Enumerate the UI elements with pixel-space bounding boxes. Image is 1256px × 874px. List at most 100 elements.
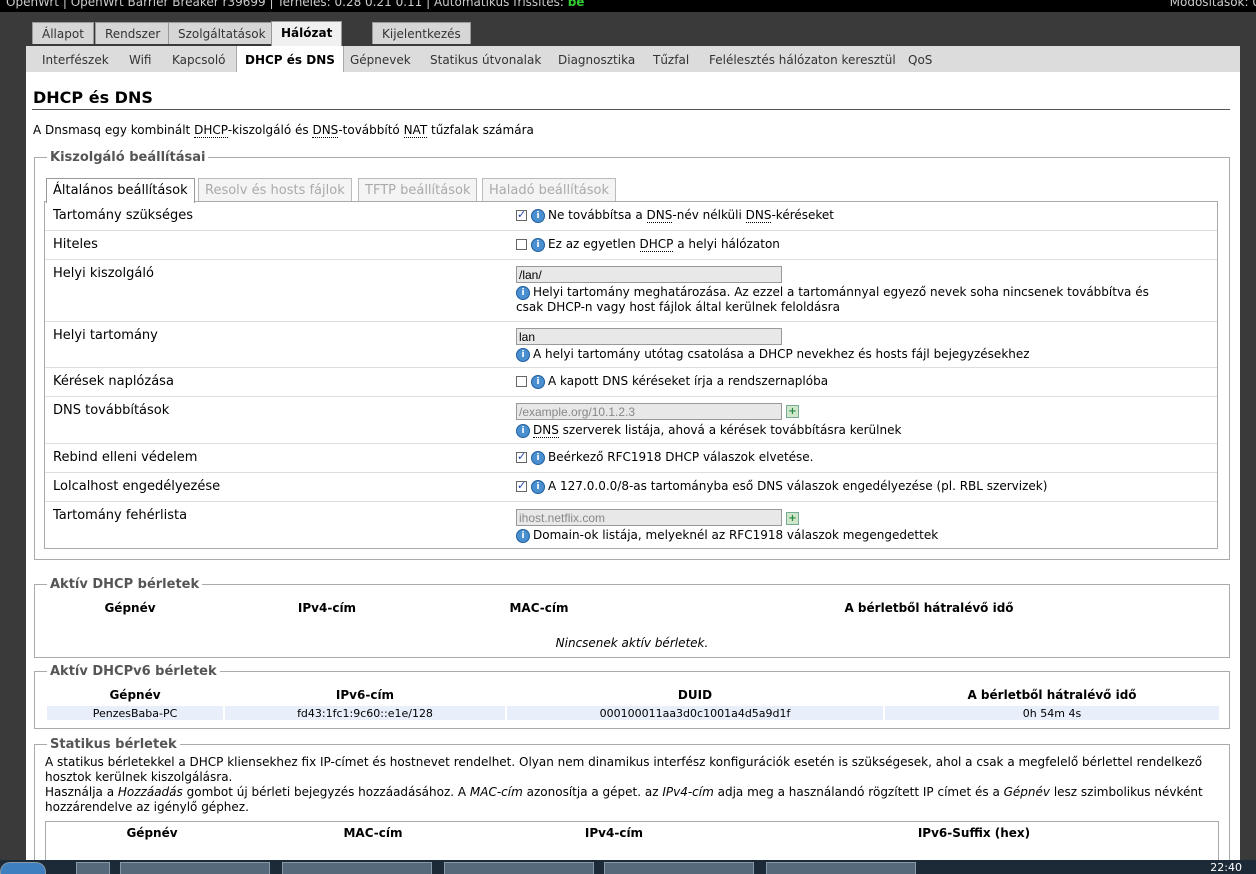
static-leases-section: Statikus bérletek A statikus bérletekkel… [34, 737, 1230, 874]
network-submenu: Interfészek Wifi Kapcsoló DHCP és DNS Gé… [26, 46, 1240, 73]
changes-counter[interactable]: Módosítások: 0 [1170, 0, 1256, 8]
label-log-queries: Kérések naplózása [53, 374, 174, 389]
add-dns-forwarding-icon[interactable]: + [786, 405, 799, 418]
row-domain-whitelist: Tartomány fehérlista ihost.netflix.com +… [45, 502, 1217, 548]
tab-logout[interactable]: Kijelentkezés [372, 22, 471, 44]
os-taskbar: 22:40 [0, 860, 1256, 874]
label-domain-needed: Tartomány szükséges [53, 208, 194, 223]
page-title: DHCP és DNS [33, 88, 153, 107]
title-divider [32, 109, 1230, 110]
main-content: DHCP és DNS A Dnsmasq egy kombinált DHCP… [26, 72, 1240, 874]
tab-advanced[interactable]: Haladó beállítások [482, 178, 617, 202]
subtab-wake-on-lan[interactable]: Felélesztés hálózaton keresztül [701, 46, 904, 72]
local-domain-input[interactable]: lan [516, 328, 782, 345]
dhcp-leases-section: Aktív DHCP bérletek Gépnév IPv4-cím MAC-… [34, 577, 1230, 658]
table-header: Gépnév MAC-cím IPv4-cím IPv6-Suffix (hex… [126, 826, 1031, 840]
row-local-server: Helyi kiszolgáló /lan/ i Helyi tartomány … [45, 260, 1217, 322]
row-local-domain: Helyi tartomány lan iA helyi tartomány u… [45, 322, 1217, 368]
log-queries-checkbox[interactable] [516, 376, 527, 387]
abbr-nat: NAT [403, 123, 428, 138]
status-bar: OpenWrt | OpenWrt Barrier Breaker r39699… [0, 0, 1256, 12]
row-rebind-protection: Rebind elleni védelem iBeérkező RFC1918 … [45, 444, 1217, 473]
tab-tftp[interactable]: TFTP beállítások [358, 178, 478, 202]
tab-resolv-hosts[interactable]: Resolv és hosts fájlok [198, 178, 352, 202]
domain-whitelist-input[interactable]: ihost.netflix.com [516, 509, 782, 526]
subtab-dhcp-dns[interactable]: DHCP és DNS [236, 46, 344, 72]
table-row: PenzesBaba-PC fd43:1fc1:9c60::e1e/128 00… [47, 706, 1219, 720]
tab-general-settings[interactable]: Általános beállítások [46, 178, 195, 203]
dhcpv6-leases-legend: Aktív DHCPv6 bérletek [47, 664, 220, 679]
rebind-help: Beérkező RFC1918 DHCP válaszok elvetése. [548, 450, 814, 464]
tab-system[interactable]: Rendszer [95, 22, 171, 44]
abbr-dns: DNS [312, 123, 339, 138]
domain-needed-checkbox[interactable] [516, 208, 527, 221]
tab-status[interactable]: Állapot [32, 22, 94, 44]
rebind-protection-checkbox[interactable] [516, 450, 527, 463]
dhcpv6-leases-table: Gépnév IPv6-cím DUID A bérletből hátralé… [45, 684, 1221, 722]
localhost-help: A 127.0.0.0/8-as tartományba eső DNS vál… [548, 479, 1048, 493]
help-icon: i [531, 237, 545, 252]
dhcp-leases-legend: Aktív DHCP bérletek [47, 577, 203, 592]
taskbar-app-button[interactable] [604, 862, 754, 874]
subtab-qos[interactable]: QoS [900, 46, 940, 72]
row-allow-localhost: Lolcalhost engedélyezése iA 127.0.0.0/8-… [45, 473, 1217, 502]
static-leases-table: Gépnév MAC-cím IPv4-cím IPv6-Suffix (hex… [50, 822, 1214, 844]
row-dns-forwardings: DNS továbbítások /example.org/10.1.2.3 +… [45, 397, 1217, 444]
status-text: OpenWrt | OpenWrt Barrier Breaker r39699… [6, 0, 564, 9]
tab-services[interactable]: Szolgáltatások [168, 22, 276, 44]
label-local-server: Helyi kiszolgáló [53, 266, 154, 281]
main-menu: Állapot Rendszer Szolgáltatások Hálózat … [0, 12, 1256, 46]
whitelist-help: Domain-ok listája, melyeknél az RFC1918 … [533, 528, 939, 542]
label-local-domain: Helyi tartomány [53, 328, 158, 343]
tab-network[interactable]: Hálózat [271, 21, 343, 46]
label-domain-whitelist: Tartomány fehérlista [53, 508, 188, 523]
subtab-switch[interactable]: Kapcsoló [164, 46, 234, 72]
help-icon: i [531, 208, 545, 223]
row-log-queries: Kérések naplózása iA kapott DNS kéréseke… [45, 368, 1217, 397]
add-whitelist-domain-icon[interactable]: + [786, 512, 799, 525]
local-server-help: Helyi tartomány meghatározása. Az ezzel … [516, 285, 1149, 314]
label-authoritative: Hiteles [53, 237, 98, 252]
table-header: Gépnév IPv4-cím MAC-cím A bérletből hátr… [104, 601, 1014, 615]
help-icon: i [516, 423, 530, 438]
taskbar-app-button[interactable] [444, 862, 594, 874]
local-server-input[interactable]: /lan/ [516, 266, 782, 283]
dns-forwardings-help: szerverek listája, ahová a kérések továb… [558, 423, 902, 437]
subtab-hostnames[interactable]: Gépnevek [342, 46, 419, 72]
allow-localhost-checkbox[interactable] [516, 479, 527, 492]
log-queries-help: A kapott DNS kéréseket írja a rendszerna… [548, 374, 829, 388]
help-icon: i [516, 285, 530, 300]
page-description: A Dnsmasq egy kombinált DHCP-kiszolgáló … [33, 123, 534, 138]
dns-forwardings-input[interactable]: /example.org/10.1.2.3 [516, 403, 782, 420]
static-leases-description: A statikus bérletekkel a DHCP kliensekhe… [45, 755, 1203, 814]
subtab-firewall[interactable]: Tűzfal [645, 46, 697, 72]
abbr-dhcp: DHCP [194, 123, 228, 138]
dhcp-leases-table: Gépnév IPv4-cím MAC-cím A bérletből hátr… [43, 597, 1219, 619]
row-domain-needed: Tartomány szükséges iNe továbbítsa a DNS… [45, 202, 1217, 231]
auto-refresh-toggle[interactable]: be [568, 0, 585, 9]
table-header: Gépnév IPv6-cím DUID A bérletből hátralé… [109, 688, 1137, 702]
help-icon: i [531, 374, 545, 389]
taskbar-app-button[interactable] [766, 862, 916, 874]
help-icon: i [531, 450, 545, 465]
help-icon: i [531, 479, 545, 494]
authoritative-checkbox[interactable] [516, 239, 527, 250]
label-dns-forwardings: DNS továbbítások [53, 403, 170, 418]
no-leases-message: Nincsenek aktív bérletek. [555, 636, 709, 650]
taskbar-app-button[interactable] [120, 862, 270, 874]
static-leases-legend: Statikus bérletek [47, 737, 180, 752]
dhcpv6-leases-section: Aktív DHCPv6 bérletek Gépnév IPv6-cím DU… [34, 664, 1230, 729]
server-settings-legend: Kiszolgáló beállításai [47, 150, 209, 165]
start-button[interactable] [0, 862, 46, 874]
subtab-diagnostics[interactable]: Diagnosztika [550, 46, 643, 72]
help-icon: i [516, 347, 530, 362]
subtab-wifi[interactable]: Wifi [121, 46, 160, 72]
subtab-static-routes[interactable]: Statikus útvonalak [422, 46, 549, 72]
local-domain-help: A helyi tartomány utótag csatolása a DHC… [533, 347, 1030, 361]
general-settings-panel: Tartomány szükséges iNe továbbítsa a DNS… [44, 201, 1218, 549]
subtab-interfaces[interactable]: Interfészek [34, 46, 117, 72]
label-rebind-protection: Rebind elleni védelem [53, 450, 198, 465]
taskbar-app-button[interactable] [76, 862, 110, 874]
label-allow-localhost: Lolcalhost engedélyezése [53, 479, 221, 494]
taskbar-app-button[interactable] [282, 862, 432, 874]
